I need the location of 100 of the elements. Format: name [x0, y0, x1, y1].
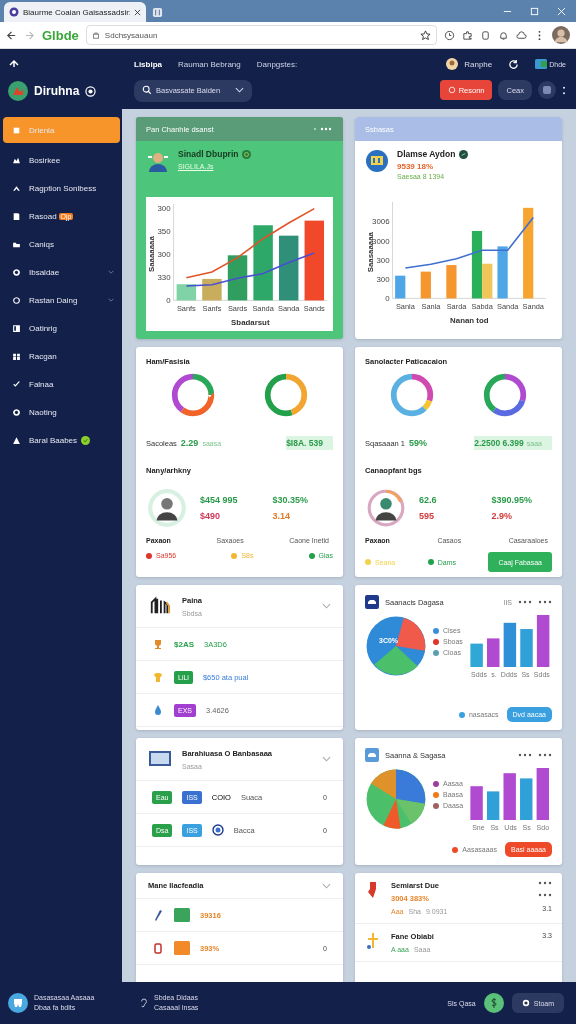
menu-item-icon: [12, 351, 21, 361]
menu-item-icon: [12, 211, 21, 221]
chevron-down-icon[interactable]: [235, 87, 244, 93]
sidebar-item[interactable]: Ragption Sonlbess: [0, 177, 122, 199]
sidebar-item[interactable]: Racgan: [0, 345, 122, 367]
axis-title: Saaaaaaa: [146, 236, 156, 273]
circle-logo-icon: [9, 7, 19, 17]
grid-icon[interactable]: [152, 7, 163, 18]
pen-icon: [152, 909, 164, 921]
metric-change: 2.9%: [491, 511, 513, 521]
donut-chart-drawing: [169, 372, 216, 418]
menu-item-icon: [12, 407, 21, 417]
chart-bar: [395, 275, 406, 299]
more-icon[interactable]: [538, 881, 552, 885]
axis-title: Sbadarsut: [231, 318, 270, 327]
tab-title: Biaurme Coaian Gaisassadsir:: [23, 7, 130, 17]
menu-item-icon: [12, 379, 21, 389]
metric-change: 3.14: [272, 511, 292, 521]
back-arrow-icon[interactable]: [8, 57, 20, 69]
clock-icon[interactable]: [444, 29, 455, 41]
person-avatar-icon: [146, 487, 188, 529]
highlight-value: $I8A. 539: [286, 438, 323, 448]
database-button[interactable]: [538, 81, 556, 99]
sidebar-item[interactable]: Baral Baabes: [0, 429, 122, 451]
axis-tick-label: 300: [376, 275, 390, 285]
app-logo-icon: [8, 81, 28, 101]
axis-tick-label: 0: [166, 296, 171, 306]
donut-chart-drawing: [482, 372, 529, 418]
nav-link[interactable]: Rauman Bebrang: [178, 59, 241, 69]
more-icon[interactable]: [518, 600, 532, 604]
dollar-button-icon[interactable]: [483, 993, 504, 1013]
axis-tick-label: 3000: [372, 236, 390, 246]
donut-chart-drawing: [388, 372, 435, 418]
sidebar-item[interactable]: Rastan Daing: [0, 289, 122, 311]
axis-tick-label: 330: [157, 273, 171, 283]
trophy-icon: [152, 638, 164, 650]
user-name[interactable]: Ranphe: [464, 59, 493, 69]
sidebar-item[interactable]: Falnaa: [0, 373, 122, 395]
menu-item-icon: [12, 183, 21, 193]
store-icon: [365, 149, 389, 173]
shirt-icon: [152, 671, 164, 683]
chart-bar: [420, 271, 431, 299]
metric-value: 62.6: [419, 495, 438, 505]
sidebar-item[interactable]: Oatinrig: [0, 317, 122, 339]
stat-value: 2.29: [180, 438, 199, 448]
more-icon[interactable]: [538, 893, 552, 897]
arrow-badge-icon: [459, 149, 469, 159]
maximize-icon[interactable]: [530, 7, 539, 16]
sidebar-item[interactable]: Ibsaldae: [0, 261, 122, 283]
more-icon[interactable]: [538, 753, 552, 757]
pie-chart-drawing: [365, 768, 427, 830]
stat-value: 59%: [409, 438, 428, 448]
tooth-icon[interactable]: [8, 993, 28, 1013]
avatar-icon[interactable]: [552, 26, 570, 44]
metric-value: $454 995: [200, 495, 239, 505]
lock-icon: [91, 31, 100, 39]
database-icon: [541, 84, 553, 96]
donut-chart-drawing: [263, 372, 310, 418]
puzzle-icon[interactable]: [462, 29, 473, 41]
circle-icon: [521, 999, 530, 1007]
person-name: Sinadl Dbuprin: [178, 149, 239, 159]
chart-bar: [446, 265, 457, 299]
nav-link[interactable]: Lisbipa: [134, 59, 162, 69]
star-icon[interactable]: [420, 29, 431, 41]
cloud-icon[interactable]: [516, 29, 527, 41]
menu-item-icon: [12, 435, 21, 445]
pie-chart-drawing: [365, 615, 427, 677]
sidebar-item[interactable]: Bosirkee: [0, 149, 122, 171]
browser-tab[interactable]: Biaurme Coaian Gaisassadsir:: [4, 2, 146, 22]
more-vertical-icon[interactable]: [562, 84, 566, 96]
close-icon[interactable]: [134, 8, 141, 16]
more-icon[interactable]: [518, 753, 532, 757]
sidebar-item[interactable]: Caniqs: [0, 233, 122, 255]
nav-link[interactable]: Danpgstes:: [256, 59, 298, 69]
sidebar-item[interactable]: Naoting: [0, 401, 122, 423]
axis-tick-label: 3006: [372, 217, 390, 227]
person-avatar-icon: [365, 487, 407, 529]
record-icon[interactable]: [85, 85, 97, 97]
axis-tick-label: 300: [376, 255, 390, 265]
cross-icon: [365, 932, 381, 950]
back-arrow-icon[interactable]: [6, 29, 17, 41]
refresh-icon[interactable]: [508, 58, 520, 70]
menu-item-icon: [12, 125, 21, 135]
copy-icon[interactable]: [480, 29, 491, 41]
growth-value: 9539 18%: [397, 162, 435, 171]
cloud-icon: [365, 748, 379, 762]
menu-item-icon: [12, 295, 21, 305]
metric-value: $30.35%: [272, 495, 310, 505]
axis-title: Nanan tod: [450, 316, 489, 325]
more-icon[interactable]: [538, 600, 552, 604]
more-icon[interactable]: [313, 127, 333, 131]
chart-bar: [202, 278, 222, 301]
menu-item-icon: [12, 323, 21, 333]
bell-icon[interactable]: [498, 29, 509, 41]
highlight-value: 2.2500 6.399: [474, 438, 524, 448]
avatar-icon[interactable]: [446, 58, 459, 70]
car-icon: [365, 595, 379, 609]
address-bar[interactable]: Sdchsysauaun: [85, 25, 437, 45]
metric-change: $490: [200, 511, 222, 521]
screen-icon: [535, 59, 548, 69]
